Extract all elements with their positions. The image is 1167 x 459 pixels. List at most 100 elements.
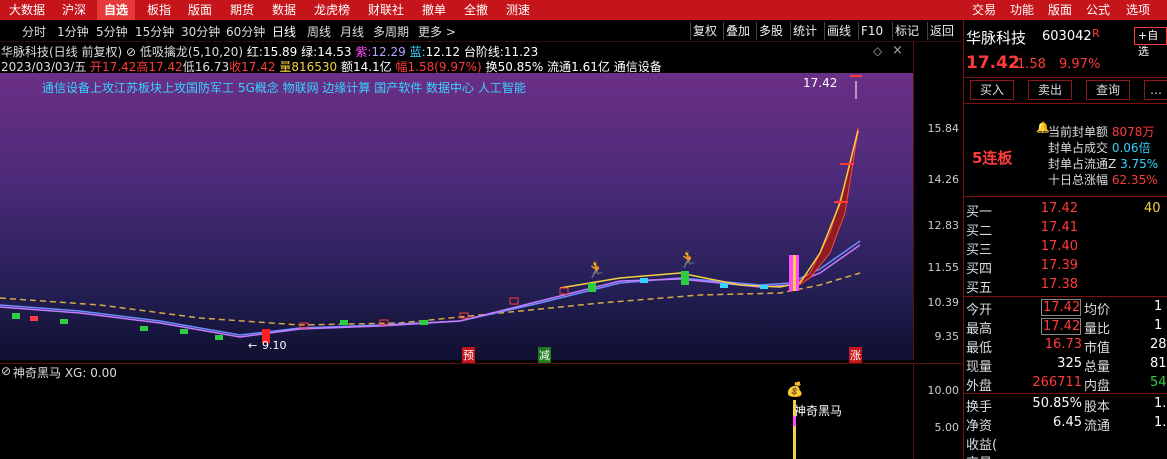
stat-row: 收益( [964, 433, 1167, 453]
menu-layout-right[interactable]: 版面 [1048, 0, 1072, 20]
stat-value: 17.42 [1041, 299, 1081, 316]
divider [964, 393, 1167, 394]
quote-panel: 华脉科技 603042 R +自选 17.42 1.58 9.97% 买入 卖出… [963, 20, 1167, 459]
menu-options[interactable]: 选项 [1126, 0, 1150, 20]
tool-adjust-button[interactable]: 复权 [690, 22, 719, 40]
price-axis: 15.84 14.26 12.83 11.55 10.39 9.35 [913, 42, 963, 360]
tool-mark-button[interactable]: 标记 [892, 22, 921, 40]
add-watchlist-button[interactable]: +自选 [1134, 27, 1167, 58]
tool-back-button[interactable]: 返回 [927, 22, 956, 40]
stat-label: 今开 [966, 303, 993, 318]
bid-row[interactable]: 买五 17.38 [964, 276, 1167, 296]
bid-row[interactable]: 买四 17.39 [964, 257, 1167, 277]
menu-watchlist[interactable]: 自选 [97, 0, 136, 20]
menu-data[interactable]: 数据 [272, 0, 296, 20]
query-button[interactable]: 查询 [1086, 80, 1130, 100]
menu-trade[interactable]: 交易 [972, 0, 996, 20]
menu-big-data[interactable]: 大数据 [9, 0, 45, 20]
bar-volume: 量816530 [279, 60, 338, 74]
indicator-name[interactable]: 低吸擒龙(5,10,20) [140, 45, 243, 59]
stock-name: 华脉科技 [966, 29, 1027, 47]
y-tick: 10.39 [927, 296, 960, 309]
stat-label: 内盘 [1084, 379, 1111, 394]
kline-chart[interactable]: 🏃 🏃 通信设备上攻江苏板块上攻国防军工 5G概念 物联网 边缘计算 国产软件 … [0, 73, 913, 363]
bar-date: 2023/03/03/五 [1, 60, 87, 74]
ind-step-value: 11.23 [503, 45, 539, 59]
ind-blue-value: 12.12 [425, 45, 461, 59]
menu-speed-test[interactable]: 测速 [506, 0, 530, 20]
menu-dragon-tiger[interactable]: 龙虎榜 [314, 0, 350, 20]
period-tab[interactable]: 1分钟 [57, 23, 89, 40]
stat-value: 266711 [1032, 375, 1082, 390]
menu-function[interactable]: 功能 [1010, 0, 1034, 20]
menu-cancel-order[interactable]: 撤单 [422, 0, 446, 20]
bid-row[interactable]: 买一 17.42 40 [964, 200, 1167, 220]
stat-label: 外盘 [966, 379, 993, 394]
top-menu-bar: 大数据 沪深 自选 板指 版面 期货 数据 龙虎榜 财联社 撤单 全撤 测速 交… [0, 0, 1167, 20]
tool-multi-stock-button[interactable]: 多股 [756, 22, 785, 40]
bid-row[interactable]: 买二 17.41 [964, 219, 1167, 239]
sub-axis: 10.00 5.00 [913, 363, 963, 459]
buy-button[interactable]: 买入 [970, 80, 1014, 100]
tool-overlay-button[interactable]: 叠加 [723, 22, 752, 40]
bid-price: 17.38 [1040, 277, 1078, 292]
trough-price-label: 9.10 [262, 339, 287, 352]
diamond-icon[interactable]: ◇ [873, 44, 882, 58]
stat-label: 均价 [1084, 303, 1111, 318]
stat-value: 28 [1150, 337, 1167, 352]
stat-value: 17.42 [1041, 318, 1081, 335]
price-change-pct: 9.97% [1059, 57, 1101, 72]
kline-svg: 🏃 🏃 [0, 75, 862, 343]
period-tab[interactable]: 60分钟 [226, 23, 265, 40]
bid-row[interactable]: 买三 17.40 [964, 238, 1167, 258]
tool-f10-button[interactable]: F10 [858, 22, 885, 40]
collapse-icon[interactable]: ⊘ [126, 45, 136, 59]
bar-change: 幅1.58(9.97%) [395, 60, 482, 74]
menu-hushen[interactable]: 沪深 [62, 0, 86, 20]
menu-cancel-all[interactable]: 全撤 [464, 0, 488, 20]
divider [964, 196, 1167, 197]
close-icon[interactable]: × [892, 43, 903, 58]
period-more[interactable]: 更多 > [418, 23, 456, 40]
stat-label: 量比 [1084, 322, 1111, 337]
y-tick: 11.55 [927, 261, 960, 274]
bar-low: 低16.73 [182, 60, 230, 74]
bar-turnover: 换50.85% [485, 60, 544, 74]
seal-stats: 当前封单额 8078万 封单占成交 0.06倍 封单占流通Z 3.75% 十日总… [1048, 124, 1166, 188]
tool-stats-button[interactable]: 统计 [790, 22, 819, 40]
signal-bar-segment [793, 416, 796, 426]
period-tab[interactable]: 分时 [22, 23, 46, 40]
sub-indicator-title: 神奇黑马 XG: 0.00 [13, 366, 117, 380]
collapse-icon[interactable]: ⊘ [1, 364, 11, 378]
bid-label: 买四 [966, 262, 993, 277]
bid-price: 17.39 [1040, 258, 1078, 273]
marker-pre: 预 [462, 347, 475, 363]
stat-value: 325 [1057, 356, 1082, 371]
r-mark: R [1092, 27, 1100, 40]
sub-indicator-panel[interactable]: ⊘ 神奇黑马 XG: 0.00 💰 神奇黑马 [0, 363, 913, 459]
bar-float-cap: 流通1.61亿 [547, 60, 610, 74]
menu-layout[interactable]: 版面 [188, 0, 212, 20]
divider [964, 103, 1167, 104]
marker-reduce: 减 [538, 347, 551, 363]
stat-label: 流通 [1084, 419, 1111, 434]
more-button[interactable]: … [1144, 80, 1167, 100]
period-tab[interactable]: 30分钟 [181, 23, 220, 40]
stat-value: 1. [1154, 396, 1167, 411]
menu-futures[interactable]: 期货 [230, 0, 254, 20]
stat-row: 最低 16.73 市值 28 [964, 336, 1167, 356]
sub-y-tick: 10.00 [927, 384, 960, 397]
sell-button[interactable]: 卖出 [1028, 80, 1072, 100]
period-tab[interactable]: 多周期 [373, 23, 409, 40]
tool-draw-button[interactable]: 画线 [824, 22, 853, 40]
period-tab[interactable]: 5分钟 [96, 23, 128, 40]
period-tab[interactable]: 月线 [340, 23, 364, 40]
stat-row: 外盘 266711 内盘 54 [964, 374, 1167, 394]
period-tab-daily[interactable]: 日线 [272, 23, 296, 40]
menu-cls[interactable]: 财联社 [368, 0, 404, 20]
period-toolbar: 分时 1分钟 5分钟 15分钟 30分钟 60分钟 日线 周线 月线 多周期 更… [0, 20, 962, 42]
period-tab[interactable]: 周线 [307, 23, 331, 40]
period-tab[interactable]: 15分钟 [135, 23, 174, 40]
menu-formula[interactable]: 公式 [1086, 0, 1110, 20]
menu-board-index[interactable]: 板指 [147, 0, 171, 20]
